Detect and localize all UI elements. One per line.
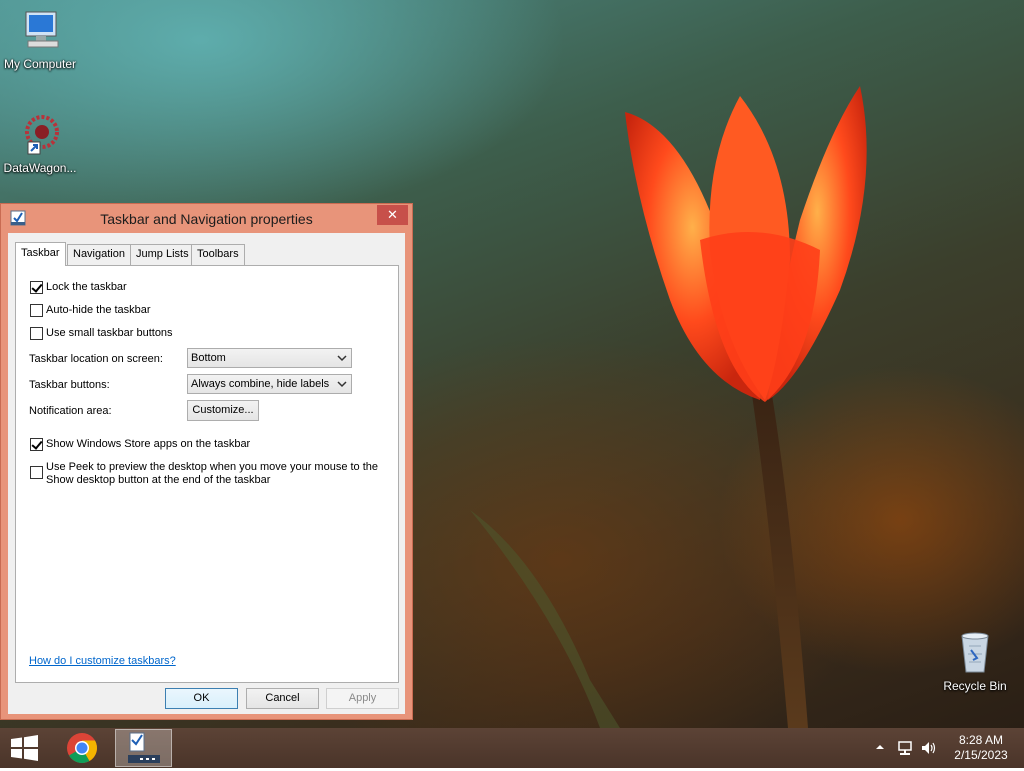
- title-bar[interactable]: Taskbar and Navigation properties ✕: [1, 204, 412, 233]
- datawagon-shortcut-icon: [25, 115, 59, 155]
- location-value: Bottom: [191, 352, 226, 364]
- chrome-taskbar-button[interactable]: [58, 728, 106, 768]
- recycle-bin-icon: [961, 632, 989, 673]
- taskbar-buttons-dropdown[interactable]: Always combine, hide labels: [187, 374, 352, 394]
- small-buttons-checkbox[interactable]: [30, 327, 43, 340]
- desktop-icon-my-computer[interactable]: My Computer: [1, 8, 79, 71]
- chevron-down-icon: [337, 381, 347, 388]
- taskbar-properties-window: Taskbar and Navigation properties ✕ Task…: [0, 203, 413, 720]
- store-apps-option: Show Windows Store apps on the taskbar: [30, 438, 250, 451]
- taskbar-tab-panel: Lock the taskbar Auto-hide the taskbar U…: [15, 265, 399, 683]
- apply-button[interactable]: Apply: [326, 688, 399, 709]
- lock-taskbar-label[interactable]: Lock the taskbar: [46, 281, 127, 293]
- auto-hide-option: Auto-hide the taskbar: [30, 304, 151, 317]
- location-dropdown[interactable]: Bottom: [187, 348, 352, 368]
- desktop-icon-label: My Computer: [3, 57, 77, 71]
- close-icon: ✕: [387, 207, 398, 222]
- clock-time: 8:28 AM: [958, 733, 1004, 747]
- desktop-icon-label: DataWagon...: [3, 161, 77, 175]
- window-title: Taskbar and Navigation properties: [100, 211, 313, 227]
- clock[interactable]: 8:28 AM 2/15/2023: [946, 733, 1016, 763]
- taskbar-buttons-value: Always combine, hide labels: [191, 378, 330, 390]
- peek-option: Use Peek to preview the desktop when you…: [30, 461, 380, 487]
- peek-checkbox[interactable]: [30, 466, 43, 479]
- cancel-button[interactable]: Cancel: [246, 688, 319, 709]
- computer-icon: [25, 11, 59, 48]
- help-link[interactable]: How do I customize taskbars?: [29, 655, 176, 667]
- tab-jump-lists[interactable]: Jump Lists: [130, 244, 195, 265]
- peek-label[interactable]: Use Peek to preview the desktop when you…: [46, 461, 380, 487]
- store-apps-checkbox[interactable]: [30, 438, 43, 451]
- desktop-icon-datawagon[interactable]: DataWagon...: [1, 112, 79, 175]
- small-buttons-label[interactable]: Use small taskbar buttons: [46, 327, 173, 339]
- lock-taskbar-checkbox[interactable]: [30, 281, 43, 294]
- chevron-down-icon: [337, 355, 347, 362]
- volume-icon[interactable]: [920, 740, 938, 756]
- tab-taskbar[interactable]: Taskbar: [15, 242, 66, 266]
- taskbar-properties-icon: [128, 732, 160, 763]
- network-icon[interactable]: [897, 740, 915, 756]
- auto-hide-label[interactable]: Auto-hide the taskbar: [46, 304, 151, 316]
- customize-button[interactable]: Customize...: [187, 400, 259, 421]
- windows-start-icon: [11, 735, 38, 761]
- dialog-client-area: Taskbar Navigation Jump Lists Toolbars L…: [8, 233, 405, 714]
- clock-date: 2/15/2023: [954, 748, 1008, 762]
- start-button[interactable]: [4, 728, 46, 768]
- small-buttons-option: Use small taskbar buttons: [30, 327, 173, 340]
- close-button[interactable]: ✕: [377, 205, 408, 225]
- tab-navigation[interactable]: Navigation: [67, 244, 131, 265]
- tab-toolbars[interactable]: Toolbars: [191, 244, 245, 265]
- taskbar: 8:28 AM 2/15/2023: [0, 728, 1024, 768]
- ok-button[interactable]: OK: [165, 688, 238, 709]
- lock-taskbar-option: Lock the taskbar: [30, 281, 127, 294]
- desktop-icon-recycle-bin[interactable]: Recycle Bin: [936, 630, 1014, 693]
- location-label: Taskbar location on screen:: [29, 353, 163, 365]
- taskbar-properties-task-button[interactable]: [115, 729, 172, 767]
- show-hidden-icons-chevron[interactable]: [874, 740, 886, 754]
- notification-label: Notification area:: [29, 405, 112, 417]
- store-apps-label[interactable]: Show Windows Store apps on the taskbar: [46, 438, 250, 450]
- chrome-icon: [67, 733, 98, 764]
- buttons-label: Taskbar buttons:: [29, 379, 110, 391]
- desktop-icon-label: Recycle Bin: [943, 679, 1007, 693]
- auto-hide-checkbox[interactable]: [30, 304, 43, 317]
